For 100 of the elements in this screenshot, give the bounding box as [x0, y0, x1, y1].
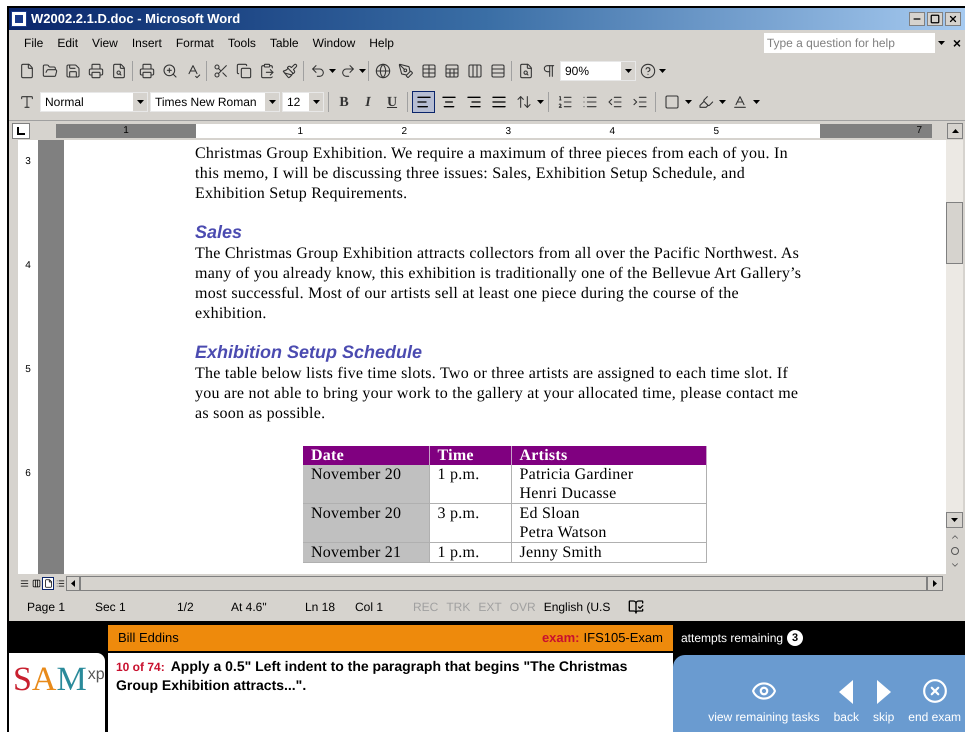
logo-letter: S — [13, 663, 32, 697]
status-item: 1/2 — [177, 599, 195, 616]
ruler-number: 4 — [609, 124, 615, 138]
dropdown-arrow-icon[interactable] — [753, 100, 760, 104]
dropdown-arrow-icon[interactable] — [685, 100, 692, 104]
menu-item[interactable]: Edit — [50, 34, 86, 52]
scroll-down-button[interactable] — [946, 512, 963, 528]
dropdown-arrow-icon[interactable] — [268, 100, 276, 104]
dropdown-arrow-icon[interactable] — [312, 100, 320, 104]
right-arrow-icon — [933, 580, 937, 586]
column-header: Time — [429, 446, 511, 465]
menu-item[interactable]: View — [85, 34, 125, 52]
bold-button[interactable]: B — [333, 91, 355, 113]
menu-item[interactable]: Insert — [124, 34, 169, 52]
table-cell-text: Ed Sloan — [520, 504, 581, 523]
exam-label: exam: — [542, 629, 580, 648]
font-size-box[interactable]: 12 — [282, 92, 324, 112]
table-cell: 1 p.m. — [429, 465, 511, 504]
ruler-number: 5 — [713, 124, 719, 138]
user-name: Bill Eddins — [118, 629, 179, 648]
attempts-count: 3 — [787, 630, 804, 646]
dropdown-arrow-icon[interactable] — [329, 69, 336, 73]
paragraph: Christmas Group Exhibition. We require a maximum of three pieces from each of you. In this memo, I will be discussing three issues: Sales, Exhibition Setup Schedule, and Exhibition Setup Requirements. — [195, 144, 789, 204]
maximize-button[interactable] — [927, 12, 943, 26]
font-box[interactable]: Times New Roman — [150, 92, 280, 112]
back-arrow-icon — [839, 680, 854, 704]
close-icon — [922, 678, 948, 704]
align-center-icon — [440, 94, 456, 110]
ruler-number: 2 — [401, 124, 407, 138]
maximize-icon — [930, 14, 940, 24]
up-arrow-icon[interactable] — [952, 128, 958, 132]
dropdown-arrow-icon[interactable] — [659, 69, 666, 73]
attempts-label: attempts remaining — [681, 630, 784, 647]
paragraph: The Christmas Group Exhibition attracts collectors from all over the Pacific Northwest. As many of you already know, this exhibition is traditionally one of the Bellevue Art Gallery’s most successful. Most of our artists sell at least one piece during the course of the exhibition. — [195, 244, 802, 324]
ruler-number: 3 — [25, 156, 31, 167]
align-right-icon — [466, 94, 482, 110]
table-cell-text: Patricia Gardiner — [520, 465, 634, 484]
spelling-status-icon — [628, 599, 644, 615]
menu-item[interactable]: File — [17, 34, 50, 52]
italic-button[interactable]: I — [357, 91, 379, 113]
dropdown-arrow-icon[interactable] — [938, 41, 946, 45]
minimize-button[interactable] — [909, 12, 925, 26]
menu-item[interactable]: Help — [362, 34, 401, 52]
ruler-number: 7 — [916, 124, 922, 138]
word-document-icon — [11, 11, 27, 27]
logo-letter: A — [32, 663, 56, 697]
dropdown-arrow-icon[interactable] — [359, 69, 366, 73]
align-left-icon — [416, 94, 432, 110]
tab-selector-button[interactable] — [12, 122, 30, 138]
vertical-scrollbar[interactable] — [946, 140, 963, 574]
table-cell: 1 p.m. — [429, 542, 511, 562]
dropdown-arrow-icon[interactable] — [624, 69, 632, 73]
ruler-number: 1 — [123, 124, 129, 138]
logo-letter: M — [56, 663, 87, 697]
table-cell: November 20 — [303, 504, 429, 542]
menu-item[interactable]: Window — [306, 34, 362, 52]
ruler-number: 5 — [25, 364, 31, 375]
status-item: Col 1 — [355, 599, 384, 616]
table-cell: November 21 — [303, 542, 429, 562]
table-cell: November 20 — [303, 465, 429, 504]
ruler-number: 6 — [25, 468, 31, 479]
print-layout-button[interactable] — [42, 576, 54, 590]
window-title: W2002.2.1.D.doc - Microsoft Word — [31, 10, 242, 28]
horizontal-scrollbar[interactable] — [80, 576, 927, 590]
dropdown-arrow-icon[interactable] — [719, 100, 726, 104]
column-header: Artists — [511, 446, 706, 465]
table-cell-text: Jenny Smith — [520, 543, 603, 562]
skip-arrow-icon — [876, 680, 891, 704]
left-tab-icon — [17, 126, 25, 134]
menu-item[interactable]: Table — [262, 34, 306, 52]
status-item: Page 1 — [26, 599, 66, 616]
ruler-number: 1 — [297, 124, 303, 138]
dropdown-arrow-icon[interactable] — [136, 100, 144, 104]
table-cell-text: Henri Ducasse — [520, 484, 618, 503]
align-left-button[interactable] — [412, 91, 435, 113]
zoom-box[interactable]: 90% — [560, 61, 636, 81]
scroll-right-button[interactable] — [927, 576, 943, 590]
help-field[interactable]: Type a question for help — [764, 33, 949, 53]
scroll-up-button[interactable] — [947, 122, 963, 138]
browse-object-icon[interactable] — [950, 547, 958, 555]
scroll-left-button[interactable] — [66, 576, 80, 590]
paragraph: The table below lists five time slots. Two or three artists are assigned to each time slot. If you are not able to bring your work to the gallery at your allocated time, please contact me as soon as possible. — [195, 364, 800, 424]
close-button[interactable] — [945, 12, 961, 26]
menu-item[interactable]: Format — [168, 34, 221, 52]
style-box[interactable]: Normal — [40, 92, 148, 112]
close-document-button[interactable]: × — [952, 32, 961, 54]
exam-name: IFS105-Exam — [584, 629, 663, 648]
ruler-number: 3 — [505, 124, 511, 138]
menu-item[interactable]: Tools — [220, 34, 263, 52]
status-item: Sec 1 — [95, 599, 127, 616]
status-item: Ln 18 — [305, 599, 336, 616]
scroll-thumb[interactable] — [946, 202, 963, 264]
table-cell: 3 p.m. — [429, 504, 511, 542]
section-heading: Sales — [195, 221, 244, 244]
underline-button[interactable]: U — [381, 91, 403, 113]
dropdown-arrow-icon[interactable] — [951, 518, 958, 522]
logo-suffix: xp — [88, 665, 105, 685]
ruler-number: 4 — [25, 260, 31, 271]
status-item: At 4.6" — [231, 599, 268, 616]
dropdown-arrow-icon[interactable] — [537, 100, 544, 104]
